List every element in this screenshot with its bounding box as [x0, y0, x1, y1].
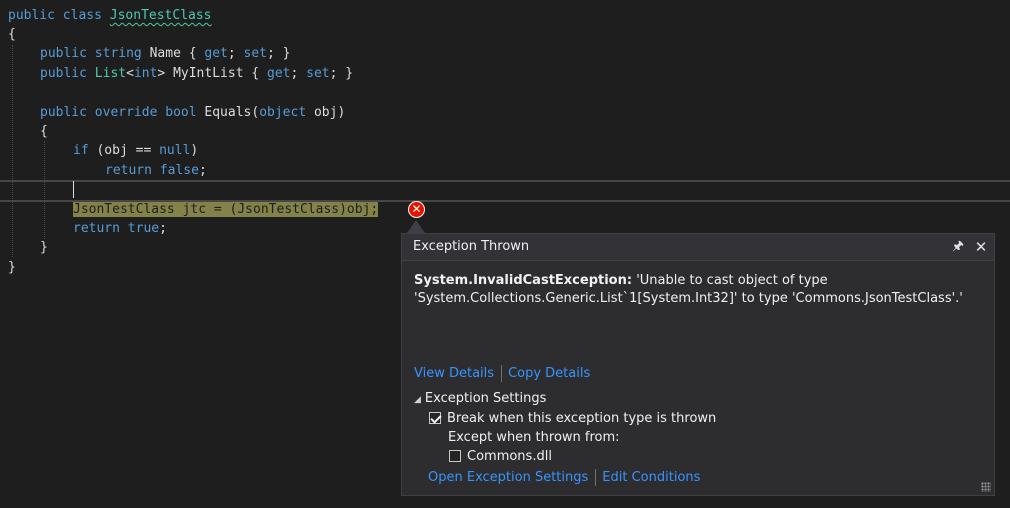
text-caret	[73, 181, 74, 198]
commons-checkbox[interactable]	[449, 450, 461, 462]
code-line-8: return false;	[105, 163, 207, 178]
code-line-9: JsonTestClass jtc = (JsonTestClass)obj;	[73, 200, 379, 219]
exception-line-highlight: JsonTestClass jtc = (JsonTestClass)obj;	[73, 202, 379, 217]
code-line-3: public string Name { get; set; }	[40, 46, 291, 61]
exception-helper-popup: Exception Thrown 🖈 ✕ System.InvalidCastE…	[401, 233, 995, 496]
code-line-2: {	[8, 27, 16, 42]
exception-message: System.InvalidCastException: 'Unable to …	[414, 272, 984, 308]
code-line-12: }	[8, 260, 16, 275]
edit-conditions-link[interactable]: Edit Conditions	[602, 470, 700, 485]
exception-text-1: 'Unable to cast object of type	[632, 273, 828, 288]
exception-text-2: 'System.Collections.Generic.List`1[Syste…	[414, 291, 963, 306]
commons-option: Commons.dll	[449, 447, 552, 466]
resize-grip-icon[interactable]	[981, 482, 991, 492]
collapse-triangle-icon[interactable]: ◢	[414, 395, 421, 405]
current-line-highlight	[0, 180, 1010, 202]
exception-type: System.InvalidCastException:	[414, 273, 633, 288]
code-line-11: }	[40, 240, 48, 255]
exception-settings-toggle[interactable]: ◢ Exception Settings	[414, 389, 546, 410]
code-line-7: if (obj == null)	[73, 143, 199, 158]
break-option: Break when this exception type is thrown	[429, 409, 716, 428]
pin-icon[interactable]: 🖈	[949, 234, 967, 260]
break-label: Break when this exception type is thrown	[447, 411, 717, 426]
open-exception-settings-link[interactable]: Open Exception Settings	[428, 470, 588, 485]
indent-guide	[12, 45, 13, 257]
copy-details-link[interactable]: Copy Details	[508, 366, 590, 381]
code-line-6: {	[40, 124, 48, 139]
error-icon[interactable]: ✕	[408, 201, 425, 218]
break-checkbox[interactable]	[429, 412, 441, 424]
code-line-1: public class JsonTestClass	[8, 8, 212, 23]
settings-links: Open Exception Settings Edit Conditions	[428, 468, 700, 488]
except-label: Except when thrown from:	[448, 430, 620, 445]
popup-header: Exception Thrown 🖈 ✕	[402, 234, 994, 261]
class-name-squiggle[interactable]: JsonTestClass	[110, 8, 212, 23]
exception-settings-label: Exception Settings	[424, 391, 547, 406]
view-details-link[interactable]: View Details	[414, 366, 494, 381]
close-icon[interactable]: ✕	[972, 234, 990, 260]
link-divider	[501, 365, 503, 382]
code-line-10: return true;	[73, 221, 167, 236]
popup-pointer	[407, 220, 425, 233]
detail-links: View Details Copy Details	[414, 364, 590, 384]
code-line-5: public override bool Equals(object obj)	[40, 105, 346, 120]
code-line-4: public List<int> MyIntList { get; set; }	[40, 66, 354, 81]
link-divider	[595, 469, 597, 486]
commons-label: Commons.dll	[467, 449, 552, 464]
popup-title: Exception Thrown	[413, 239, 530, 254]
